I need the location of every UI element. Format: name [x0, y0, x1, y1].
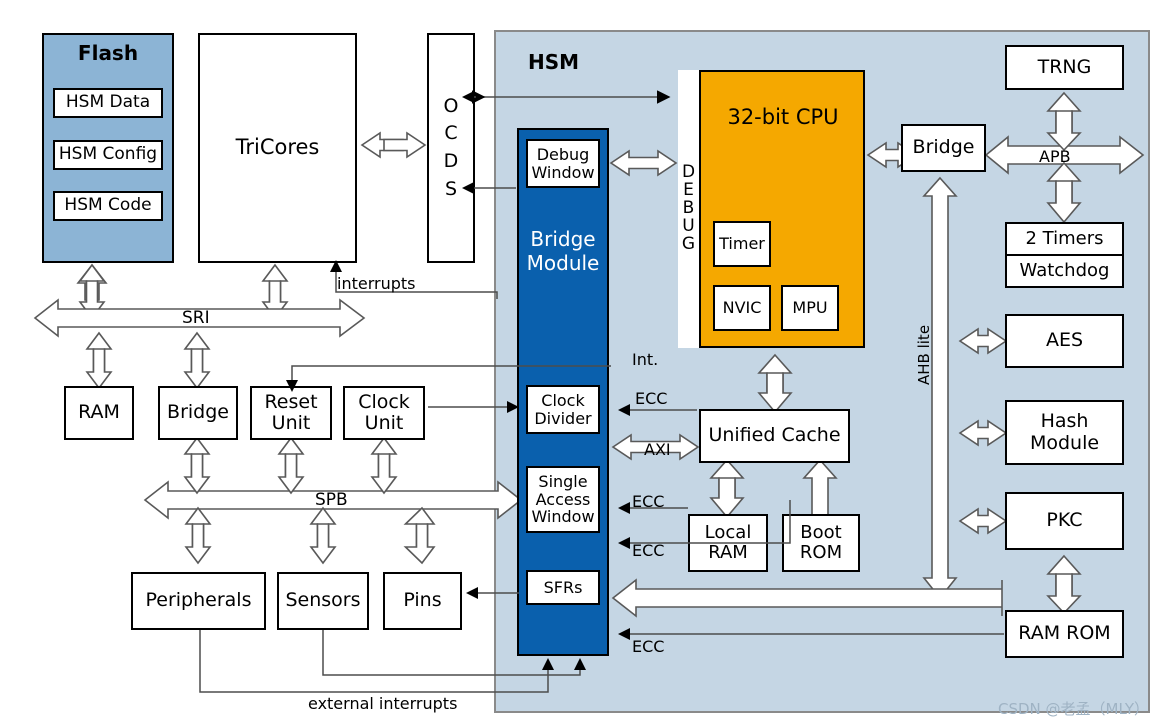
signal-label-interrupts: interrupts — [337, 274, 416, 293]
peripherals-label: Peripherals — [145, 589, 252, 612]
hsm-panel-title: HSM — [528, 50, 580, 74]
sensors-block: Sensors — [277, 572, 369, 630]
ram-rom-block: RAM ROM — [1005, 610, 1124, 658]
diagram-canvas: HSM Flash HSM Data HSM Config HSM Code T… — [0, 0, 1159, 725]
peripherals-block: Peripherals — [131, 572, 266, 630]
bus-label-axi: AXI — [644, 440, 671, 459]
ram-block: RAM — [64, 386, 134, 440]
cpu-timer-label: Timer — [719, 234, 765, 254]
sfrs-label: SFRs — [543, 577, 583, 597]
signal-label-external-interrupts: external interrupts — [308, 694, 458, 713]
local-ram-label: Local RAM — [704, 521, 752, 563]
hash-module-block: Hash Module — [1005, 400, 1124, 465]
clock-unit-block: Clock Unit — [343, 386, 425, 440]
flash-item-hsm-config: HSM Config — [53, 140, 163, 170]
hsm-bridge-module-label-text: Bridge Module — [526, 227, 600, 275]
signal-label-ecc-4: ECC — [632, 637, 665, 656]
trng-label: TRNG — [1037, 55, 1092, 78]
tricores-block: TriCores — [198, 33, 357, 263]
hsm-bridge-label: Bridge — [912, 136, 975, 159]
bus-label-apb: APB — [1039, 147, 1071, 166]
single-access-window-block: Single Access Window — [526, 466, 600, 533]
signal-label-ecc-3: ECC — [632, 541, 665, 560]
debug-window-label: Debug Window — [531, 144, 595, 182]
ocds-letter: O — [443, 94, 459, 117]
clock-unit-label: Clock Unit — [358, 390, 410, 434]
trng-block: TRNG — [1005, 45, 1124, 90]
timers-block: 2 Timers — [1005, 222, 1124, 256]
ocds-block: O C D S — [427, 33, 475, 263]
flash-item-hsm-code: HSM Code — [53, 191, 163, 221]
hsm-bridge-module-label: Bridge Module — [517, 227, 609, 275]
clock-divider-block: Clock Divider — [526, 385, 600, 434]
aes-label: AES — [1045, 329, 1084, 352]
reset-unit-block: Reset Unit — [250, 386, 332, 440]
watchdog-label: Watchdog — [1019, 259, 1110, 281]
host-bridge-block: Bridge — [158, 386, 238, 440]
signal-label-ecc-2: ECC — [632, 492, 665, 511]
cpu-timer-block: Timer — [713, 221, 771, 267]
flash-item-hsm-data: HSM Data — [53, 88, 163, 118]
clock-divider-label: Clock Divider — [534, 390, 592, 428]
bus-label-ahb-lite: AHB lite — [915, 324, 933, 385]
unified-cache-block: Unified Cache — [699, 409, 850, 463]
watchdog-block: Watchdog — [1005, 254, 1124, 288]
boot-rom-label: Boot ROM — [799, 521, 843, 563]
bus-label-spb: SPB — [315, 490, 348, 510]
pins-block: Pins — [383, 572, 462, 630]
debug-column: D E B U G — [678, 70, 701, 348]
ram-rom-label: RAM ROM — [1018, 622, 1111, 645]
pkc-label: PKC — [1046, 509, 1083, 532]
timers-label: 2 Timers — [1025, 227, 1104, 249]
flash-item-label: HSM Config — [58, 144, 158, 165]
pins-label: Pins — [403, 589, 442, 612]
cpu-mpu-label: MPU — [792, 298, 828, 318]
tricores-label: TriCores — [235, 135, 320, 160]
local-ram-block: Local RAM — [688, 514, 768, 572]
hsm-cpu-label: 32-bit CPU — [727, 105, 839, 129]
ram-label: RAM — [78, 401, 120, 424]
aes-block: AES — [1005, 314, 1124, 368]
debug-column-letter: G — [681, 233, 696, 254]
hsm-bridge-block: Bridge — [901, 124, 986, 172]
single-access-window-label: Single Access Window — [531, 471, 595, 527]
sensors-label: Sensors — [285, 589, 361, 612]
flash-item-label: HSM Data — [65, 92, 151, 113]
pkc-block: PKC — [1005, 492, 1124, 550]
host-bridge-label: Bridge — [167, 401, 229, 424]
signal-label-int: Int. — [632, 350, 659, 369]
ocds-letter: S — [444, 177, 458, 200]
debug-window-block: Debug Window — [526, 139, 600, 188]
boot-rom-block: Boot ROM — [782, 514, 860, 572]
flash-item-label: HSM Code — [64, 195, 152, 216]
cpu-nvic-label: NVIC — [722, 298, 762, 318]
ocds-letter: D — [443, 150, 459, 172]
reset-unit-label: Reset Unit — [264, 390, 318, 434]
cpu-nvic-block: NVIC — [713, 285, 771, 331]
sfrs-block: SFRs — [526, 570, 600, 605]
signal-label-ecc-1: ECC — [635, 389, 668, 408]
flash-title: Flash — [77, 41, 139, 65]
bus-label-sri: SRI — [182, 308, 210, 328]
ocds-letter: C — [444, 122, 458, 145]
watermark: CSDN @老孟（MLY） — [997, 700, 1149, 718]
unified-cache-label: Unified Cache — [708, 424, 841, 447]
hash-module-label: Hash Module — [1029, 410, 1100, 454]
cpu-mpu-block: MPU — [781, 285, 839, 331]
